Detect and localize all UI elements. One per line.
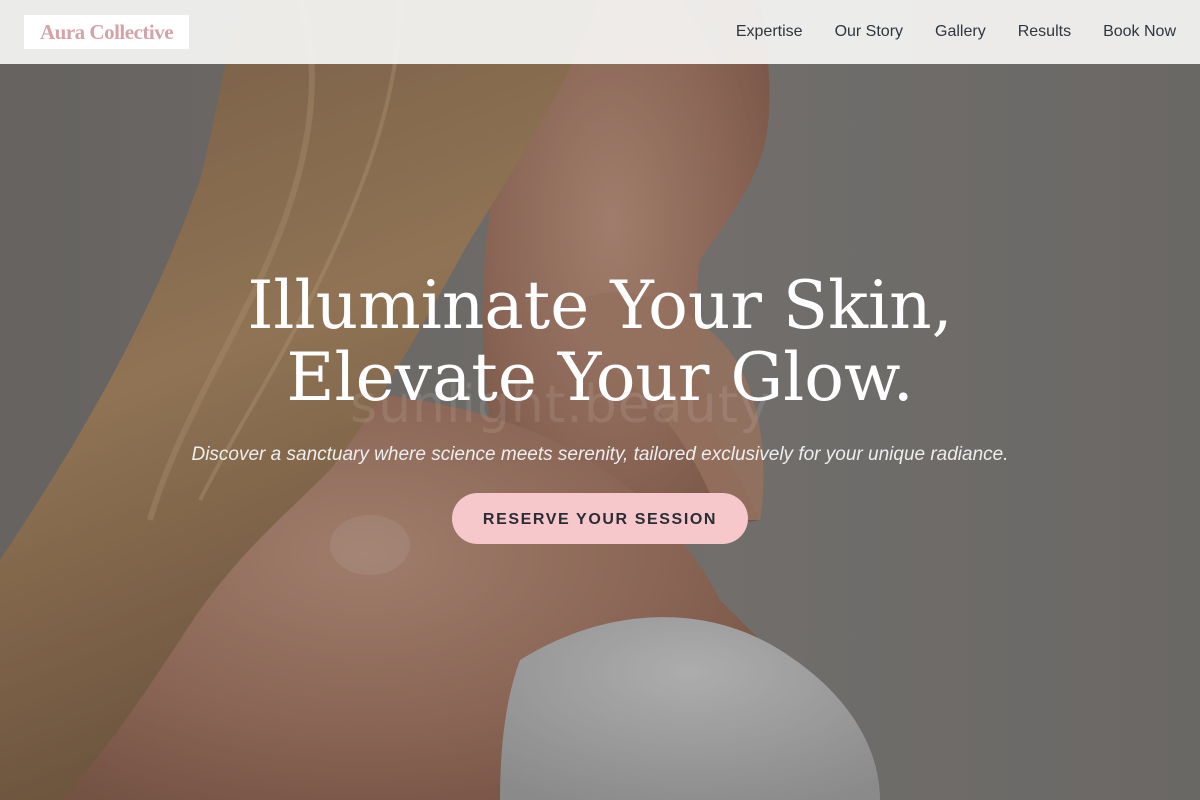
- hero-headline-line-1: Illuminate Your Skin,: [247, 267, 953, 344]
- nav-item-gallery[interactable]: Gallery: [935, 23, 986, 41]
- nav-item-our-story[interactable]: Our Story: [835, 23, 903, 41]
- hero-section: Illuminate Your Skin, Elevate Your Glow.…: [0, 270, 1200, 544]
- hero-headline-line-2: Elevate Your Glow.: [286, 339, 914, 416]
- nav-item-results[interactable]: Results: [1018, 23, 1071, 41]
- main-nav: Expertise Our Story Gallery Results Book…: [736, 0, 1176, 64]
- brand-logo[interactable]: Aura Collective: [24, 15, 190, 49]
- site-header: Aura Collective Expertise Our Story Gall…: [0, 0, 1200, 64]
- hero-headline: Illuminate Your Skin, Elevate Your Glow.: [0, 270, 1200, 414]
- reserve-session-button[interactable]: RESERVE YOUR SESSION: [452, 493, 748, 544]
- nav-item-book-now[interactable]: Book Now: [1103, 23, 1176, 41]
- nav-item-expertise[interactable]: Expertise: [736, 23, 803, 41]
- hero-tagline: Discover a sanctuary where science meets…: [191, 444, 1009, 465]
